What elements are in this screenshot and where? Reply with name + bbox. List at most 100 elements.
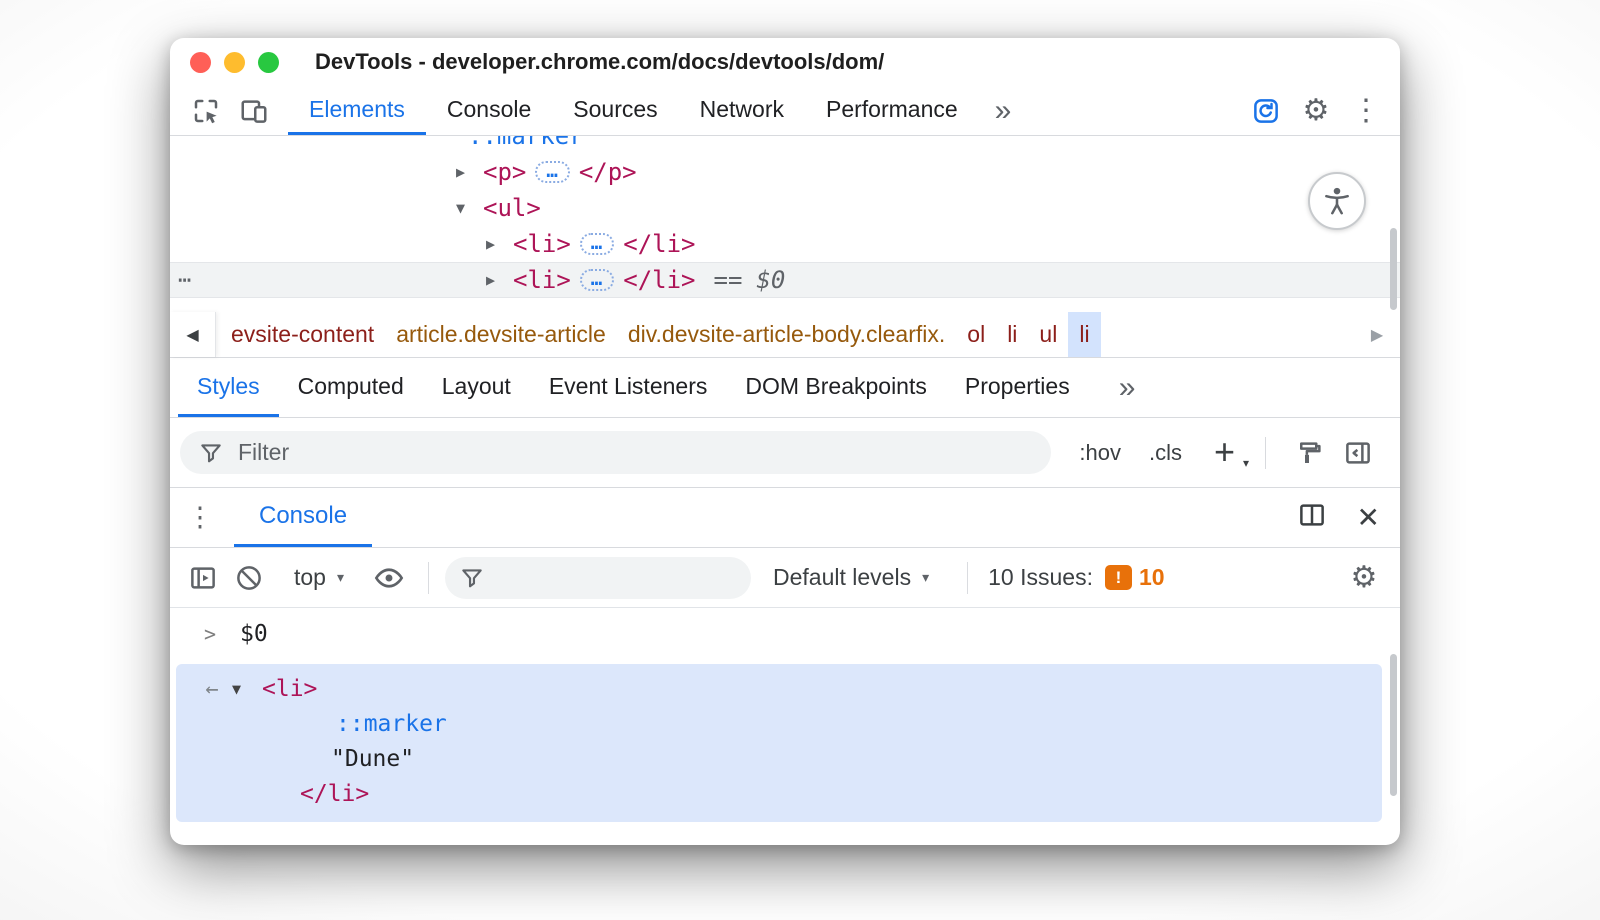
elements-scrollbar[interactable] xyxy=(1390,228,1397,310)
close-drawer-icon[interactable]: ✕ xyxy=(1357,501,1380,534)
filter-funnel-icon xyxy=(198,440,224,466)
li-open-tag: <li> xyxy=(513,230,571,258)
issues-count: 10 xyxy=(1139,564,1165,591)
inline-expand-button[interactable]: … xyxy=(580,269,614,291)
cast-refresh-icon[interactable] xyxy=(1248,96,1284,126)
tab-console-drawer[interactable]: Console xyxy=(234,488,372,547)
console-settings-gear-icon[interactable]: ⚙ xyxy=(1346,563,1382,593)
breadcrumb-item[interactable]: evsite-content xyxy=(220,312,385,357)
tab-computed[interactable]: Computed xyxy=(279,358,423,417)
filter-placeholder: Filter xyxy=(238,439,289,466)
breadcrumb-item[interactable]: li xyxy=(996,312,1028,357)
expand-arrow-icon[interactable]: ▶ xyxy=(486,271,513,289)
person-icon xyxy=(1320,184,1354,218)
collapse-arrow-icon[interactable]: ▼ xyxy=(232,672,262,707)
context-label: top xyxy=(294,564,326,591)
toggle-element-state-button[interactable]: :hov xyxy=(1079,440,1121,466)
tab-properties[interactable]: Properties xyxy=(946,358,1089,417)
tab-performance[interactable]: Performance xyxy=(805,86,979,135)
console-drawer-header: ⋮ Console ✕ xyxy=(170,488,1400,548)
tab-styles[interactable]: Styles xyxy=(178,358,279,417)
levels-label: Default levels xyxy=(773,564,911,591)
console-result-node[interactable]: ← ▼ <li> ::marker "Dune" </li> xyxy=(176,664,1382,822)
more-style-tabs-icon[interactable]: » xyxy=(1103,358,1152,417)
close-window-button[interactable] xyxy=(190,52,211,73)
log-levels-selector[interactable]: Default levels ▾ xyxy=(773,564,929,591)
expand-arrow-icon[interactable]: ▶ xyxy=(456,163,483,181)
tab-event-listeners[interactable]: Event Listeners xyxy=(530,358,727,417)
li-open-tag: <li> xyxy=(262,672,317,707)
prompt-chevron-icon: > xyxy=(204,622,216,646)
filter-funnel-icon xyxy=(459,565,485,591)
dock-sidebar-icon[interactable] xyxy=(1334,438,1382,468)
issue-warning-icon: ! xyxy=(1105,565,1132,590)
drawer-more-tools-icon[interactable]: ⋮ xyxy=(180,488,220,547)
inline-expand-button[interactable]: … xyxy=(535,161,569,183)
execution-context-selector[interactable]: top ▾ xyxy=(294,564,344,591)
drawer-right-controls: ✕ xyxy=(1297,488,1380,547)
chevron-down-icon: ▾ xyxy=(1243,459,1249,469)
tree-row-p[interactable]: ▶ <p> … </p> xyxy=(170,154,1400,190)
tab-console[interactable]: Console xyxy=(426,86,552,135)
li-close-tag: </li> xyxy=(300,777,369,812)
settings-gear-icon[interactable]: ⚙ xyxy=(1298,96,1334,126)
new-style-rule-button[interactable]: + ▾ xyxy=(1214,438,1235,467)
styles-filter-input[interactable]: Filter xyxy=(180,431,1051,474)
breadcrumb-item[interactable]: ol xyxy=(956,312,996,357)
console-input-echo[interactable]: > $0 xyxy=(170,612,1400,656)
console-sidebar-icon[interactable] xyxy=(180,563,226,593)
tree-row-ul[interactable]: ▼ <ul> xyxy=(170,190,1400,226)
tab-layout[interactable]: Layout xyxy=(423,358,530,417)
breadcrumb-list: evsite-content article.devsite-article d… xyxy=(216,312,1354,357)
breadcrumb-item[interactable]: article.devsite-article xyxy=(385,312,617,357)
elements-dom-tree: ::marker ▶ <p> … </p> ▼ <ul> ▶ <l xyxy=(170,136,1400,312)
clear-console-icon[interactable] xyxy=(226,563,272,593)
breadcrumb-scroll-left-icon[interactable]: ◀ xyxy=(170,312,216,357)
inline-expand-button[interactable]: … xyxy=(580,233,614,255)
accessibility-overlay-button[interactable] xyxy=(1308,172,1366,230)
issues-label: 10 Issues: xyxy=(988,564,1093,591)
rendering-brush-icon[interactable] xyxy=(1286,438,1334,468)
tab-sources[interactable]: Sources xyxy=(552,86,678,135)
expand-arrow-icon[interactable]: ▶ xyxy=(486,235,513,253)
row-menu-icon[interactable]: ⋯ xyxy=(178,262,191,298)
tab-dom-breakpoints[interactable]: DOM Breakpoints xyxy=(726,358,946,417)
tab-elements[interactable]: Elements xyxy=(288,86,426,135)
dollar-zero-label: $0 xyxy=(756,266,785,294)
breadcrumb-scroll-right-icon[interactable]: ▶ xyxy=(1354,312,1400,357)
collapse-arrow-icon[interactable]: ▼ xyxy=(456,199,483,217)
tree-row-marker[interactable]: ::marker xyxy=(170,136,1400,154)
console-scrollbar[interactable] xyxy=(1390,654,1397,796)
zoom-window-button[interactable] xyxy=(258,52,279,73)
console-toolbar: top ▾ Default levels ▾ 10 Issues: ! 10 xyxy=(170,548,1400,608)
chevron-down-icon: ▾ xyxy=(922,569,929,586)
traffic-lights xyxy=(190,52,279,73)
tab-network[interactable]: Network xyxy=(679,86,805,135)
plus-icon: + xyxy=(1214,431,1235,472)
tree-row-li-selected[interactable]: ⋯ ▶ <li> … </li> == $0 xyxy=(170,262,1400,298)
issues-counter[interactable]: 10 Issues: ! 10 xyxy=(988,564,1164,591)
more-panels-icon[interactable]: » xyxy=(979,86,1028,135)
tree-row-li-1[interactable]: ▶ <li> … </li> xyxy=(170,226,1400,262)
breadcrumb-item[interactable]: ul xyxy=(1028,312,1068,357)
breadcrumb-item-selected[interactable]: li xyxy=(1068,312,1100,357)
more-options-icon[interactable]: ⋮ xyxy=(1348,96,1384,126)
inspect-element-icon[interactable] xyxy=(182,86,230,135)
toolbar-right-controls: ⚙ ⋮ xyxy=(1248,86,1400,135)
marker-pseudo-label[interactable]: ::marker xyxy=(468,136,584,150)
device-toolbar-icon[interactable] xyxy=(230,86,278,135)
split-panel-icon[interactable] xyxy=(1297,500,1327,535)
toggle-class-button[interactable]: .cls xyxy=(1149,440,1182,466)
divider xyxy=(428,562,429,594)
breadcrumb-item[interactable]: div.devsite-article-body.clearfix. xyxy=(617,312,956,357)
panel-tabs: Elements Console Sources Network Perform… xyxy=(288,86,1027,135)
li-open-tag: <li> xyxy=(513,266,571,294)
minimize-window-button[interactable] xyxy=(224,52,245,73)
marker-pseudo-label[interactable]: ::marker xyxy=(336,707,447,742)
live-expression-eye-icon[interactable] xyxy=(366,562,412,594)
equals-sign: == xyxy=(714,266,743,294)
p-open-tag: <p> xyxy=(483,158,526,186)
console-filter-input[interactable] xyxy=(445,557,751,599)
divider xyxy=(1265,437,1266,469)
main-toolbar: Elements Console Sources Network Perform… xyxy=(170,86,1400,136)
